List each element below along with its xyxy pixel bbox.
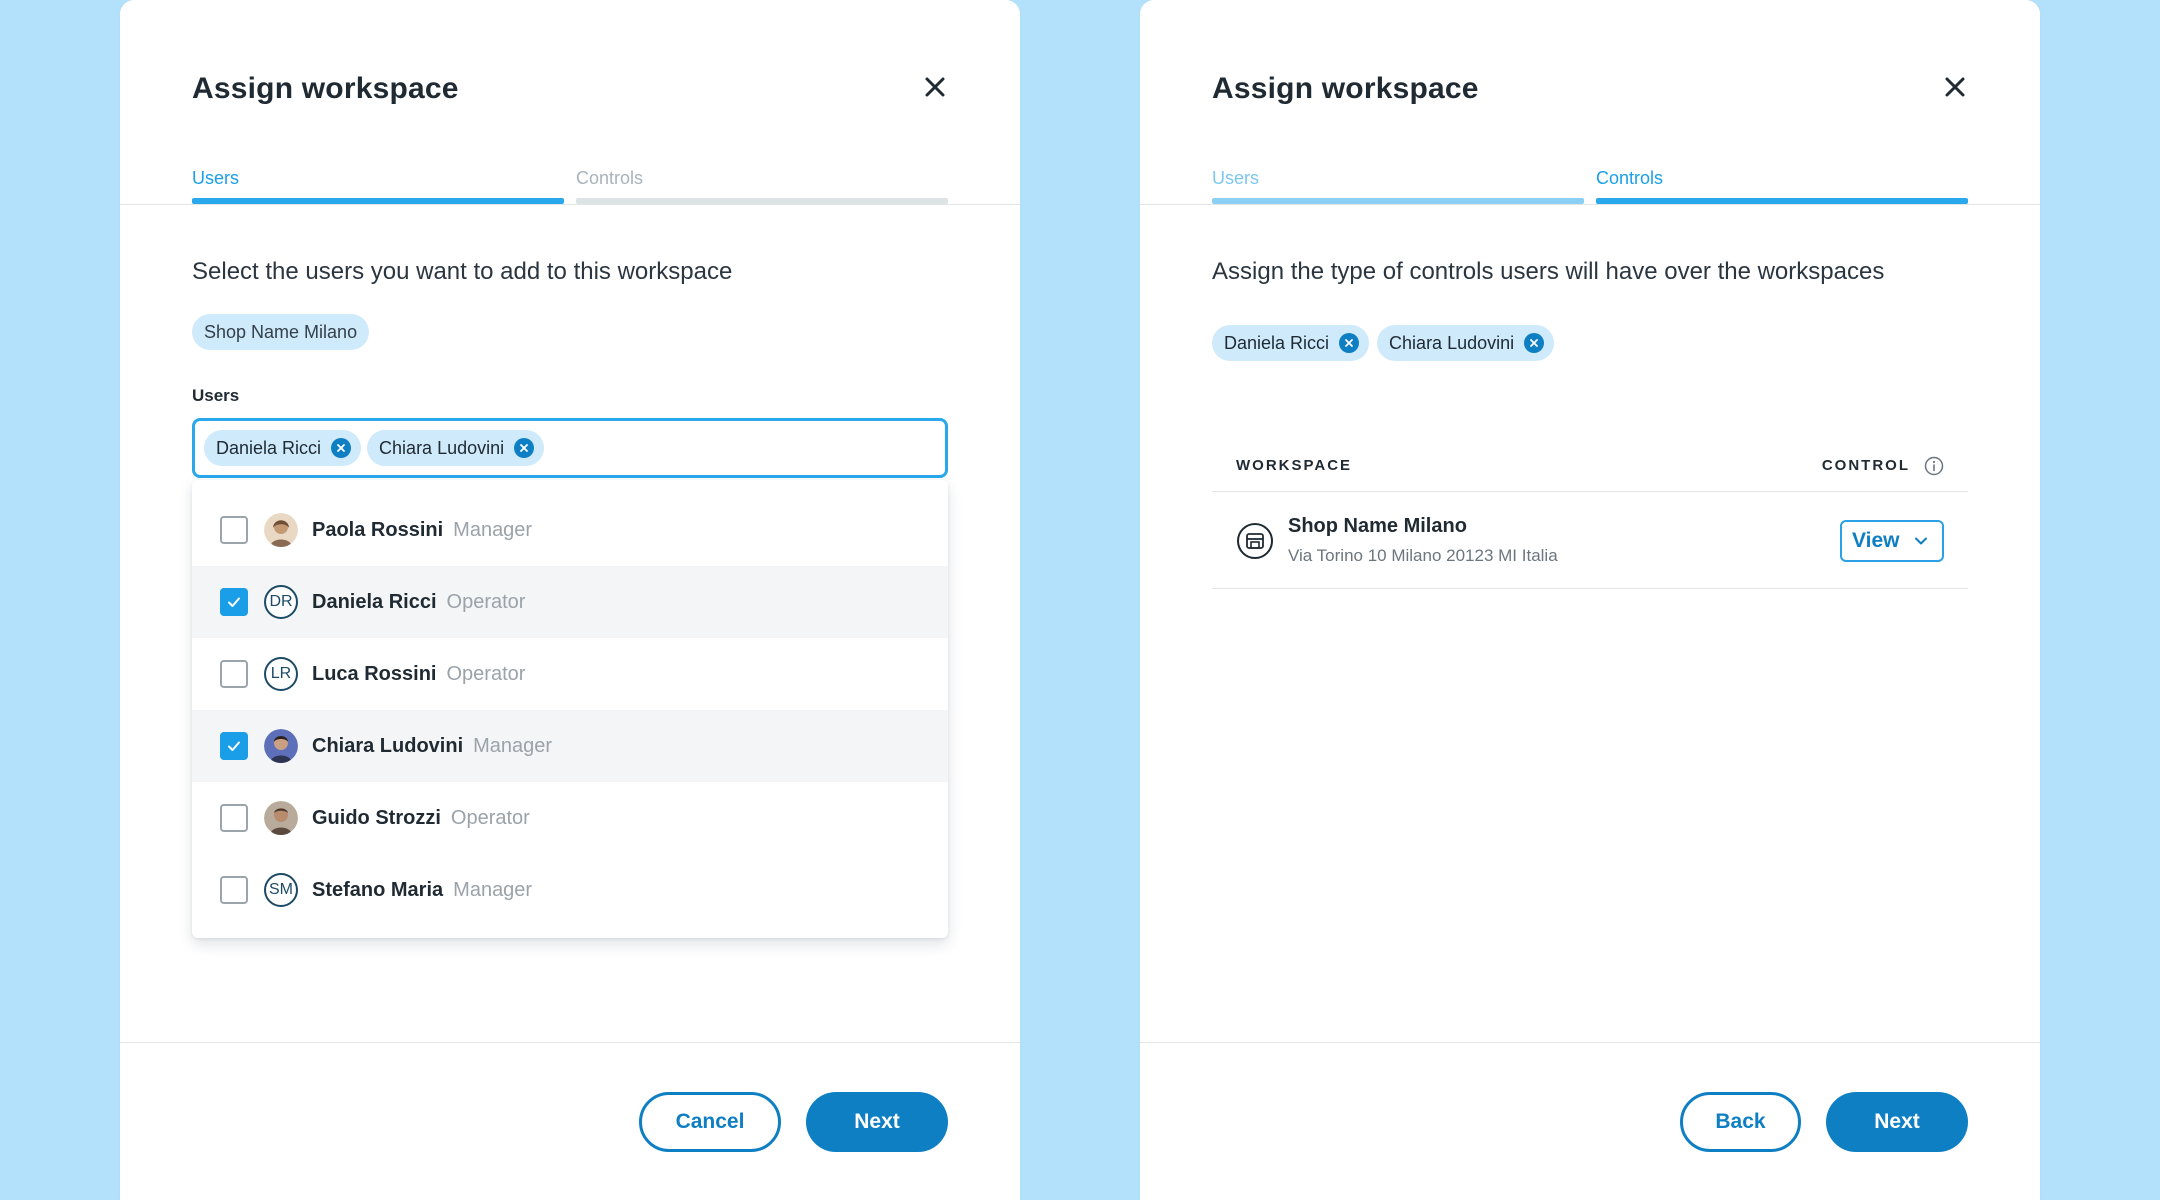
option-role: Operator: [450, 806, 530, 829]
chip-label: Chiara Ludovini: [1389, 332, 1515, 353]
tab-users[interactable]: Users: [192, 168, 564, 204]
next-button[interactable]: Next: [1826, 1092, 1968, 1152]
remove-chip-button[interactable]: [1524, 333, 1545, 353]
option-name: Paola Rossini: [312, 518, 444, 541]
remove-chip-button[interactable]: [331, 438, 352, 458]
remove-chip-button[interactable]: [1339, 333, 1360, 353]
option-role: Operator: [446, 590, 526, 613]
close-icon: [1945, 77, 1965, 97]
header-divider: [1140, 204, 2040, 205]
chip-label: Daniela Ricci: [1224, 332, 1330, 353]
chip-label: Daniela Ricci: [216, 437, 322, 458]
close-icon: [925, 77, 945, 97]
avatar: [264, 801, 298, 835]
column-header-control: CONTROL: [1821, 457, 1910, 474]
avatar: LR: [264, 657, 298, 691]
option-checkbox[interactable]: [220, 588, 248, 616]
control-select[interactable]: View: [1840, 519, 1944, 562]
next-button[interactable]: Next: [806, 1092, 948, 1152]
instruction-text: Assign the type of controls users will h…: [1212, 258, 1885, 285]
tab-label: Users: [1212, 168, 1260, 188]
footer-divider: [120, 1042, 1020, 1043]
option-checkbox[interactable]: [220, 660, 248, 688]
instruction-text: Select the users you want to add to this…: [192, 258, 733, 285]
close-icon: [520, 444, 529, 452]
selected-user-chip: Chiara Ludovini: [367, 430, 545, 466]
option-checkbox[interactable]: [220, 804, 248, 832]
close-icon: [1530, 339, 1539, 347]
check-icon: [228, 597, 240, 607]
users-multiselect-input[interactable]: Daniela Ricci Chiara Ludovini: [192, 418, 948, 478]
selected-user-chip: Chiara Ludovini: [1377, 325, 1555, 361]
info-icon[interactable]: [1924, 456, 1944, 476]
option-checkbox[interactable]: [220, 876, 248, 904]
avatar: DR: [264, 585, 298, 619]
close-icon: [337, 444, 345, 452]
tab-controls[interactable]: Controls: [1596, 168, 1968, 204]
user-option-stefano-maria[interactable]: SM Stefano Maria Manager: [192, 854, 948, 926]
option-name: Daniela Ricci: [312, 590, 437, 613]
table-row: Shop Name Milano Via Torino 10 Milano 20…: [1212, 493, 1968, 589]
option-name: Stefano Maria: [312, 878, 444, 901]
dialog-title: Assign workspace: [192, 72, 459, 105]
workspace-chip: Shop Name Milano: [192, 314, 370, 350]
column-header-control-wrap: CONTROL: [1822, 456, 1944, 476]
assign-workspace-dialog-users-step: Assign workspace Users Controls Select t…: [120, 0, 1020, 1200]
option-role: Operator: [446, 662, 526, 685]
tab-controls[interactable]: Controls: [576, 168, 948, 204]
tab-label: Users: [192, 168, 240, 188]
workspace-name: Shop Name Milano: [1288, 515, 1467, 537]
workspace-address: Via Torino 10 Milano 20123 MI Italia: [1288, 546, 1558, 565]
avatar: SM: [264, 873, 298, 907]
assign-workspace-dialog-controls-step: Assign workspace Users Controls Assign t…: [1140, 0, 2040, 1200]
remove-chip-button[interactable]: [514, 438, 535, 458]
chevron-down-icon: [1915, 537, 1927, 544]
option-role: Manager: [473, 734, 553, 757]
close-button[interactable]: [1942, 74, 1968, 100]
option-name: Guido Strozzi: [312, 806, 441, 829]
option-checkbox[interactable]: [220, 732, 248, 760]
header-divider: [120, 204, 1020, 205]
close-button[interactable]: [922, 74, 948, 100]
user-option-chiara-ludovini[interactable]: Chiara Ludovini Manager: [192, 710, 948, 782]
users-field-label: Users: [192, 386, 240, 405]
store-icon: [1236, 522, 1274, 560]
check-icon: [228, 741, 240, 751]
close-icon: [1345, 339, 1353, 347]
option-role: Manager: [453, 878, 533, 901]
footer-divider: [1140, 1042, 2040, 1043]
cancel-button[interactable]: Cancel: [639, 1092, 781, 1152]
user-option-guido-strozzi[interactable]: Guido Strozzi Operator: [192, 782, 948, 854]
chip-label: Chiara Ludovini: [379, 437, 505, 458]
option-name: Chiara Ludovini: [312, 734, 464, 757]
option-name: Luca Rossini: [312, 662, 437, 685]
selected-users-chips: Daniela Ricci Chiara Ludovini: [1212, 325, 1555, 361]
users-dropdown-list: Paola Rossini Manager DR Daniela Ricci O…: [192, 480, 948, 938]
workspace-table-header: WORKSPACE CONTROL: [1212, 440, 1968, 492]
option-checkbox[interactable]: [220, 516, 248, 544]
selected-user-chip: Daniela Ricci: [1212, 325, 1370, 361]
user-option-luca-rossini[interactable]: LR Luca Rossini Operator: [192, 638, 948, 710]
user-option-paola-rossini[interactable]: Paola Rossini Manager: [192, 494, 948, 566]
workspace-info: Shop Name Milano Via Torino 10 Milano 20…: [1288, 515, 1840, 566]
tab-label: Controls: [576, 168, 644, 188]
dialog-title: Assign workspace: [1212, 72, 1479, 105]
tab-users[interactable]: Users: [1212, 168, 1584, 204]
column-header-workspace: WORKSPACE: [1236, 457, 1353, 474]
control-select-value: View: [1852, 528, 1900, 552]
avatar: [264, 729, 298, 763]
tab-label: Controls: [1596, 168, 1664, 188]
avatar: [264, 513, 298, 547]
option-role: Manager: [453, 518, 533, 541]
back-button[interactable]: Back: [1680, 1092, 1801, 1152]
selected-user-chip: Daniela Ricci: [204, 430, 362, 466]
user-option-daniela-ricci[interactable]: DR Daniela Ricci Operator: [192, 566, 948, 638]
